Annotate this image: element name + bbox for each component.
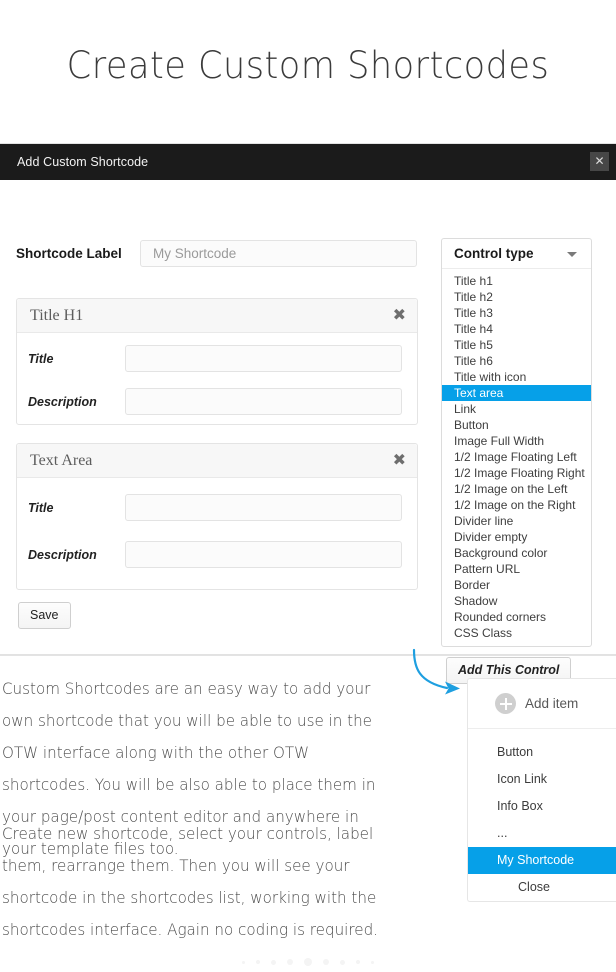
field-row-description: Description <box>17 541 417 568</box>
field-label-description: Description <box>28 547 97 562</box>
control-type-option[interactable]: Border <box>442 577 591 593</box>
control-panel-text-area: Text Area ✖ Title Description <box>16 443 418 590</box>
pagination-dot[interactable] <box>323 959 329 965</box>
pagination-dot[interactable] <box>340 959 345 965</box>
close-icon[interactable]: ✕ <box>590 152 609 171</box>
add-item-label: Add item <box>525 696 579 711</box>
add-item-menu-list[interactable]: Button Icon Link Info Box... My Shortcode Cl… <box>468 729 616 901</box>
pagination-dot[interactable] <box>256 960 260 964</box>
modal-body: Shortcode Label My Shortcode Title H1 ✖ … <box>0 180 616 684</box>
control-panel-title: Text Area <box>30 451 93 469</box>
control-type-option[interactable]: Image Full Width <box>442 433 591 449</box>
control-panel-title: Title H1 <box>30 306 84 324</box>
control-type-option[interactable]: Title h4 <box>442 321 591 337</box>
control-type-option[interactable]: Background color <box>442 545 591 561</box>
field-input-description[interactable] <box>125 388 402 415</box>
description-paragraph-2: Create new shortcode, select your contro… <box>2 825 378 939</box>
add-item-menu-option[interactable]: Button <box>468 739 616 766</box>
add-item-panel: Add item Button Icon Link Info Box... My Sh… <box>467 678 616 902</box>
control-type-option[interactable]: Title with icon <box>442 369 591 385</box>
control-type-select: Control type Title h1 Title h2 Title h3 Tit… <box>441 238 592 647</box>
add-item-menu-option[interactable]: Icon Link <box>468 766 616 793</box>
control-type-option[interactable]: 1/2 Image Floating Right <box>442 465 591 481</box>
pagination-dot[interactable] <box>242 960 245 964</box>
field-label-description: Description <box>28 394 97 409</box>
field-row-description: Description <box>17 388 417 415</box>
control-type-option[interactable]: Button <box>442 417 591 433</box>
control-panel-title-h1: Title H1 ✖ Title Description <box>16 298 418 425</box>
control-type-option[interactable]: 1/2 Image on the Left <box>442 481 591 497</box>
control-type-header[interactable]: Control type <box>442 239 591 269</box>
control-type-option[interactable]: CSS Class <box>442 625 591 641</box>
field-input-title[interactable] <box>125 345 402 372</box>
modal-header: Add Custom Shortcode ✕ <box>0 144 616 180</box>
control-type-option-list[interactable]: Title h1 Title h2 Title h3 Title h4 Title h5… <box>442 269 591 646</box>
control-type-option[interactable]: Title h1 <box>442 273 591 289</box>
control-type-option[interactable]: Title h2 <box>442 289 591 305</box>
chevron-down-icon[interactable] <box>567 252 577 257</box>
field-label-title: Title <box>28 500 54 515</box>
add-item-menu-option-selected[interactable]: My Shortcode <box>468 847 616 874</box>
control-type-option[interactable]: Link <box>442 401 591 417</box>
shortcode-label-row: Shortcode Label My Shortcode <box>0 240 440 267</box>
shortcode-label: Shortcode Label <box>16 246 122 261</box>
control-type-option[interactable]: Title h3 <box>442 305 591 321</box>
pagination-dot[interactable] <box>304 958 312 966</box>
pagination-dot[interactable] <box>356 960 360 964</box>
field-input-description[interactable] <box>125 541 402 568</box>
pagination-dot[interactable] <box>287 959 293 965</box>
save-button[interactable]: Save <box>18 602 71 629</box>
control-type-option[interactable]: 1/2 Image on the Right <box>442 497 591 513</box>
field-row-title: Title <box>17 345 417 372</box>
field-row-title: Title <box>17 494 417 521</box>
control-type-option[interactable]: Title h5 <box>442 337 591 353</box>
add-item-menu-option[interactable]: Info Box <box>468 793 616 820</box>
page-root: Create Custom Shortcodes Add Custom Shor… <box>0 0 616 972</box>
page-title: Create Custom Shortcodes <box>66 44 550 87</box>
remove-control-icon[interactable]: ✖ <box>393 307 406 323</box>
add-item-button[interactable]: Add item <box>468 679 616 729</box>
control-type-option[interactable]: Divider line <box>442 513 591 529</box>
field-label-title: Title <box>28 351 54 366</box>
remove-control-icon[interactable]: ✖ <box>393 452 406 468</box>
control-type-option[interactable]: Rounded corners <box>442 609 591 625</box>
section-divider <box>0 655 616 656</box>
control-type-option[interactable]: Shadow <box>442 593 591 609</box>
control-type-option[interactable]: Divider empty <box>442 529 591 545</box>
add-item-menu-option[interactable]: ... <box>468 820 616 847</box>
shortcode-input[interactable]: My Shortcode <box>140 240 417 267</box>
plus-circle-icon <box>495 693 516 714</box>
add-custom-shortcode-modal: Add Custom Shortcode ✕ Shortcode Label M… <box>0 143 616 684</box>
pagination-dot[interactable] <box>371 960 374 964</box>
curved-arrow-icon <box>405 648 475 709</box>
pagination-dot[interactable] <box>271 959 276 965</box>
modal-title: Add Custom Shortcode <box>17 155 149 169</box>
control-type-option[interactable]: Text area <box>442 385 591 401</box>
control-type-option[interactable]: Pattern URL <box>442 561 591 577</box>
pagination-dots[interactable] <box>0 958 616 966</box>
field-input-title[interactable] <box>125 494 402 521</box>
control-panel-header: Text Area ✖ <box>17 444 417 478</box>
control-type-option[interactable]: 1/2 Image Floating Left <box>442 449 591 465</box>
control-type-label: Control type <box>454 246 534 261</box>
close-menu-button[interactable]: Close <box>468 874 616 901</box>
control-panel-header: Title H1 ✖ <box>17 299 417 333</box>
control-type-option[interactable]: Title h6 <box>442 353 591 369</box>
